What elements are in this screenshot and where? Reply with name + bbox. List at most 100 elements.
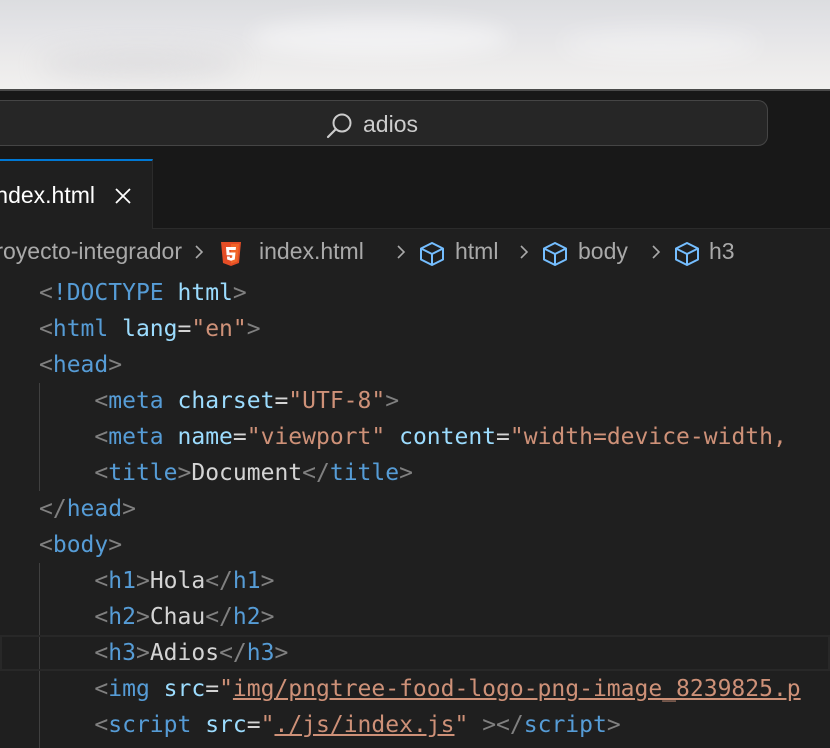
code-token: </ <box>205 568 233 594</box>
code-token: title <box>329 460 400 486</box>
editor-tab-bar: index.html <box>0 159 830 229</box>
code-line[interactable]: <meta name="viewport" content="width=dev… <box>0 419 830 455</box>
code-token: > <box>246 316 261 342</box>
tab-index-html[interactable]: index.html <box>0 159 153 229</box>
code-token: < <box>94 676 109 702</box>
code-token: charset <box>177 388 275 414</box>
code-token: !DOCTYPE <box>52 280 164 306</box>
code-token: < <box>94 640 109 666</box>
code-line[interactable]: <!DOCTYPE html> <box>0 275 830 311</box>
code-token: h2 <box>108 604 136 630</box>
code-token: html <box>52 316 109 342</box>
code-token: src <box>163 676 206 702</box>
close-icon[interactable] <box>113 186 133 206</box>
code-token: < <box>39 352 53 378</box>
code-token: > <box>274 640 289 666</box>
code-line[interactable]: </head> <box>0 491 830 527</box>
code-line[interactable]: <script src="./js/index.js" ></script> <box>0 707 830 743</box>
code-token: > <box>606 712 621 738</box>
code-token: " <box>219 676 233 702</box>
breadcrumb-file[interactable]: index.html <box>259 238 364 264</box>
code-token: < <box>94 388 109 414</box>
code-token: "en" <box>191 316 247 342</box>
code-token: = <box>177 316 192 342</box>
code-token: h3 <box>246 640 275 666</box>
code-token: > <box>135 640 150 666</box>
breadcrumb-symbol-h3[interactable]: h3 <box>709 238 735 264</box>
code-token: script <box>523 712 607 738</box>
breadcrumb: proyecto-integrador index.html html body… <box>0 229 830 275</box>
code-token: " <box>260 712 275 738</box>
code-token: Hola <box>149 568 206 594</box>
code-line[interactable]: <title>Document</title> <box>0 455 830 491</box>
symbol-element-icon <box>675 242 699 266</box>
code-token: < <box>94 712 109 738</box>
chevron-right-icon <box>397 245 406 259</box>
code-token: ./js/index.js <box>274 712 455 738</box>
code-token: h3 <box>108 640 136 666</box>
code-token: < <box>94 568 109 594</box>
title-bar: adios <box>0 91 830 159</box>
code-token: head <box>52 352 109 378</box>
code-token: h1 <box>108 568 136 594</box>
code-token: < <box>39 316 53 342</box>
code-token: > <box>122 496 136 522</box>
breadcrumb-symbol-body[interactable]: body <box>578 238 628 264</box>
html5-icon <box>221 242 241 266</box>
code-token: > <box>260 568 275 594</box>
code-line[interactable]: <meta charset="UTF-8"> <box>0 383 830 419</box>
code-token: body <box>52 532 109 558</box>
code-token: meta <box>108 388 164 414</box>
code-token: img <box>108 676 150 702</box>
search-icon <box>326 113 352 139</box>
chevron-right-icon <box>520 245 529 259</box>
code-token: < <box>94 460 109 486</box>
code-line[interactable]: <h2>Chau</h2> <box>0 599 830 635</box>
code-token: h1 <box>232 568 261 594</box>
code-line[interactable]: <h3>Adios</h3> <box>0 635 830 671</box>
code-token: script <box>108 712 192 738</box>
code-line[interactable]: <body> <box>0 527 830 563</box>
code-token: h2 <box>232 604 261 630</box>
code-line[interactable]: <img src="img/pngtree-food-logo-png-imag… <box>0 671 830 707</box>
chevron-right-icon <box>195 245 204 259</box>
code-token: </ <box>39 496 67 522</box>
code-token: Chau <box>149 604 206 630</box>
code-token: </ <box>205 604 233 630</box>
code-token: > <box>135 568 150 594</box>
code-token: html <box>177 280 233 306</box>
code-line[interactable]: <html lang="en"> <box>0 311 830 347</box>
code-token: = <box>246 712 261 738</box>
breadcrumb-symbol-html[interactable]: html <box>455 238 498 264</box>
code-line[interactable]: <h1>Hola</h1> <box>0 563 830 599</box>
tab-label: index.html <box>0 182 95 208</box>
code-token: < <box>94 424 109 450</box>
code-token: > <box>108 532 123 558</box>
code-token: src <box>205 712 247 738</box>
code-token: > <box>260 604 275 630</box>
breadcrumb-folder[interactable]: proyecto-integrador <box>0 238 182 264</box>
code-token: > <box>385 388 400 414</box>
code-token: "viewport" <box>246 424 386 450</box>
desktop-wallpaper <box>0 0 830 90</box>
code-token: = <box>205 676 220 702</box>
code-editor[interactable]: <!DOCTYPE html> <html lang="en"> <head> <m… <box>0 275 830 748</box>
code-token: img/pngtree-food-logo-png-image_8239825.… <box>232 676 801 702</box>
code-token: > <box>232 280 247 306</box>
command-center-search[interactable]: adios <box>0 100 768 146</box>
chevron-right-icon <box>652 245 661 259</box>
code-line[interactable]: <head> <box>0 347 830 383</box>
code-token: = <box>232 424 247 450</box>
